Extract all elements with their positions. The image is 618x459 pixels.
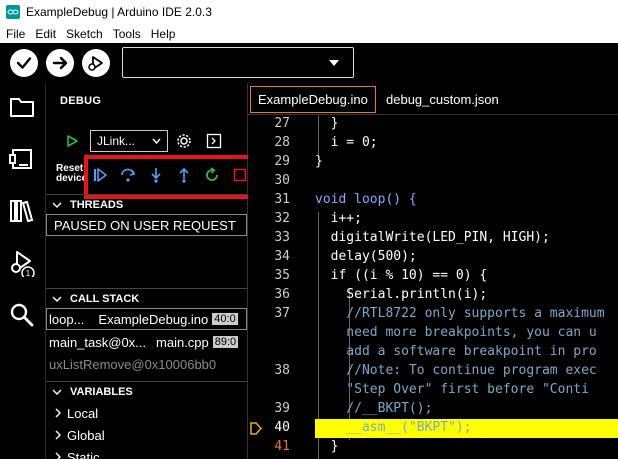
threads-header[interactable]: THREADS	[46, 194, 247, 214]
code-line: 27 }	[274, 116, 339, 131]
variables-header[interactable]: VARIABLES	[46, 381, 247, 401]
variable-scope-local[interactable]: Local	[46, 402, 247, 424]
code-line: need more breakpoints, you can u	[315, 325, 597, 340]
code-line: 32 i++;	[274, 211, 362, 226]
continue-icon[interactable]	[92, 167, 108, 183]
editor-tabs: ExampleDebug.ino debug_custom.json	[248, 83, 618, 115]
variable-scope-global[interactable]: Global	[46, 424, 247, 446]
step-out-icon[interactable]	[176, 167, 192, 183]
board-select[interactable]	[122, 47, 354, 78]
call-stack-header[interactable]: CALL STACK	[46, 288, 247, 308]
code-line: 39 //__BKPT();	[274, 401, 433, 416]
folder-icon[interactable]	[8, 93, 36, 121]
call-stack-frame[interactable]: uxListRemove@0x10006bb0	[46, 353, 247, 375]
search-icon[interactable]	[8, 301, 36, 329]
menu-edit[interactable]: Edit	[35, 27, 56, 41]
start-debugger-button[interactable]	[82, 49, 110, 77]
thread-item[interactable]: PAUSED ON USER REQUEST	[46, 214, 247, 236]
code-line: 36 Serial.println(i);	[274, 287, 488, 302]
checkmark-icon	[16, 57, 32, 69]
toolbar	[0, 43, 618, 83]
menu-bar: File Edit Sketch Tools Help	[0, 24, 618, 43]
start-debugging-icon[interactable]	[66, 135, 78, 147]
chevron-down-icon	[52, 202, 62, 208]
verify-button[interactable]	[10, 49, 38, 77]
library-manager-icon[interactable]	[8, 197, 36, 225]
code-line: 38 //Note: To continue program exec	[274, 363, 597, 378]
code-line: add a software breakpoint in pro	[315, 344, 597, 359]
line-col-badge: 40:0	[212, 313, 238, 325]
chevron-down-icon	[152, 138, 161, 144]
step-into-icon[interactable]	[148, 167, 164, 183]
code-editor[interactable]: 27 } 28 i = 0; 29} 30 31 void loop() { 32…	[248, 115, 618, 459]
board-manager-icon[interactable]	[8, 145, 36, 173]
activity-bar: 1	[0, 83, 46, 459]
variable-scope-static[interactable]: Static	[46, 446, 247, 459]
chevron-down-icon	[52, 389, 62, 395]
stop-icon[interactable]	[232, 167, 248, 183]
menu-file[interactable]: File	[6, 27, 25, 41]
line-col-badge: 89:0	[212, 336, 239, 348]
code-line: 35 if ((i % 10) == 0) {	[274, 268, 488, 283]
debug-controls-highlight	[84, 155, 256, 199]
chevron-right-icon	[55, 452, 61, 459]
arduino-logo-icon	[6, 5, 20, 19]
title-bar: ExampleDebug | Arduino IDE 2.0.3	[0, 0, 618, 24]
code-line: 28 i = 0;	[274, 135, 378, 150]
reset-device-label[interactable]: Reset device	[56, 164, 87, 184]
call-stack-frame[interactable]: main_task@0x... main.cpp 89:0	[46, 331, 247, 353]
call-stack-frame[interactable]: loop... ExampleDebug.ino 40:0	[46, 308, 247, 330]
code-line: 31 void loop() {	[274, 192, 417, 207]
code-line: 30	[274, 173, 290, 188]
debug-console-icon[interactable]	[206, 133, 222, 149]
debug-sidebar: DEBUG JLink... Reset device THREADS PAUS…	[46, 83, 256, 459]
sidebar-title: DEBUG	[60, 95, 102, 107]
chevron-down-icon	[329, 60, 339, 66]
restart-icon[interactable]	[204, 167, 220, 183]
debug-play-icon	[88, 56, 103, 71]
debug-icon[interactable]: 1	[8, 249, 36, 277]
code-line: 37 //RTL8722 only supports a maximum	[274, 306, 605, 321]
code-line: 34 delay(500);	[274, 249, 417, 264]
gear-icon[interactable]	[176, 133, 192, 149]
menu-help[interactable]: Help	[151, 27, 176, 41]
code-line: 33 digitalWrite(LED_PIN, HIGH);	[274, 230, 550, 245]
code-line: "Step Over" first before "Conti	[315, 382, 589, 397]
menu-tools[interactable]: Tools	[113, 27, 141, 41]
debugger-select[interactable]: JLink...	[90, 130, 168, 152]
tab-debug-custom-json[interactable]: debug_custom.json	[379, 86, 506, 113]
chevron-right-icon	[55, 430, 61, 440]
chevron-right-icon	[55, 408, 61, 418]
debugger-select-value: JLink...	[97, 134, 136, 148]
menu-sketch[interactable]: Sketch	[66, 27, 103, 41]
code-line: 41 }	[274, 439, 339, 454]
upload-button[interactable]	[46, 49, 74, 77]
code-line: 29}	[274, 154, 323, 169]
step-over-icon[interactable]	[120, 167, 136, 183]
current-code-line: 40 __asm__("BKPT");	[248, 419, 618, 438]
svg-text:1: 1	[26, 269, 31, 277]
tab-exampledebug-ino[interactable]: ExampleDebug.ino	[250, 86, 376, 113]
chevron-down-icon	[52, 296, 62, 302]
window-title: ExampleDebug | Arduino IDE 2.0.3	[26, 5, 212, 19]
arrow-right-icon	[52, 56, 68, 70]
